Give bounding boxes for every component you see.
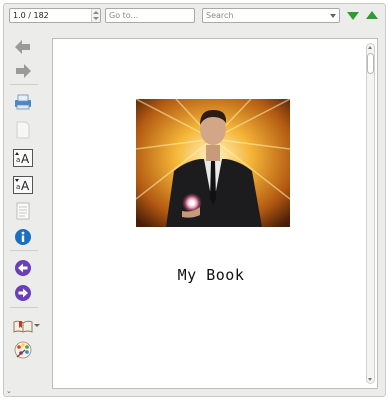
goto-input[interactable]: Go to...	[105, 8, 195, 23]
vertical-scrollbar[interactable]	[366, 43, 375, 384]
spinner-up-icon[interactable]	[93, 11, 99, 14]
search-input[interactable]: Search	[202, 8, 340, 23]
cover-image	[136, 99, 290, 227]
spinner-down-icon[interactable]	[93, 17, 99, 20]
toolbar-separator	[10, 84, 38, 85]
document-page-icon	[16, 202, 30, 220]
left-toolbar: a A a A ⌄	[4, 28, 46, 396]
svg-text:a: a	[16, 156, 20, 164]
toolbar-separator	[10, 250, 38, 251]
back-arrow-icon	[15, 40, 30, 54]
book-title: My Book	[177, 266, 245, 284]
page-number-value: 1.0 / 182	[13, 11, 49, 20]
page-number-spinbox[interactable]: 1.0 / 182	[9, 8, 101, 23]
toolbar-separator	[10, 307, 38, 308]
font-increase-button[interactable]: a A	[12, 148, 34, 168]
goto-placeholder: Go to...	[109, 11, 139, 20]
print-icon	[15, 94, 31, 110]
info-icon	[15, 229, 31, 245]
font-size-increase-icon: a A	[13, 149, 33, 167]
scroll-up-icon[interactable]	[368, 46, 372, 49]
page-spinner-buttons[interactable]	[91, 9, 100, 22]
blank-page-icon	[16, 121, 30, 139]
svg-text:A: A	[21, 152, 30, 166]
info-button[interactable]	[12, 227, 34, 247]
print-button[interactable]	[12, 92, 34, 112]
cover-illustration	[136, 99, 290, 227]
next-section-icon	[15, 285, 31, 301]
top-toolbar: 1.0 / 182 Go to... Search	[4, 4, 385, 28]
scrollbar-thumb[interactable]	[367, 53, 374, 74]
book-reference-icon	[13, 320, 33, 333]
ebook-viewer-window: 1.0 / 182 Go to... Search a A a A ⌄ My B…	[3, 3, 386, 397]
find-next-button[interactable]	[347, 11, 359, 21]
toolbar-overflow-icon[interactable]: ⌄	[6, 387, 12, 395]
color-palette-icon	[14, 341, 32, 359]
preferences-button[interactable]	[12, 340, 34, 360]
reference-dropdown-icon[interactable]	[34, 324, 40, 328]
font-size-decrease-icon: a A	[13, 176, 33, 194]
font-decrease-button[interactable]: a A	[12, 175, 34, 195]
document-view[interactable]: My Book	[52, 38, 378, 389]
svg-text:A: A	[21, 179, 30, 193]
search-dropdown-icon[interactable]	[329, 10, 338, 21]
back-button[interactable]	[12, 37, 34, 57]
find-previous-button[interactable]	[366, 11, 378, 21]
page-info-button[interactable]	[12, 201, 34, 221]
forward-button[interactable]	[12, 61, 34, 81]
search-placeholder: Search	[206, 11, 234, 20]
next-section-button[interactable]	[12, 283, 34, 303]
reference-mode-button[interactable]	[12, 316, 34, 336]
svg-text:a: a	[16, 183, 20, 191]
previous-section-button[interactable]	[12, 258, 34, 278]
forward-arrow-icon	[16, 64, 31, 78]
scroll-down-icon[interactable]	[368, 378, 372, 381]
blank-page-button[interactable]	[12, 120, 34, 140]
previous-section-icon	[15, 260, 31, 276]
